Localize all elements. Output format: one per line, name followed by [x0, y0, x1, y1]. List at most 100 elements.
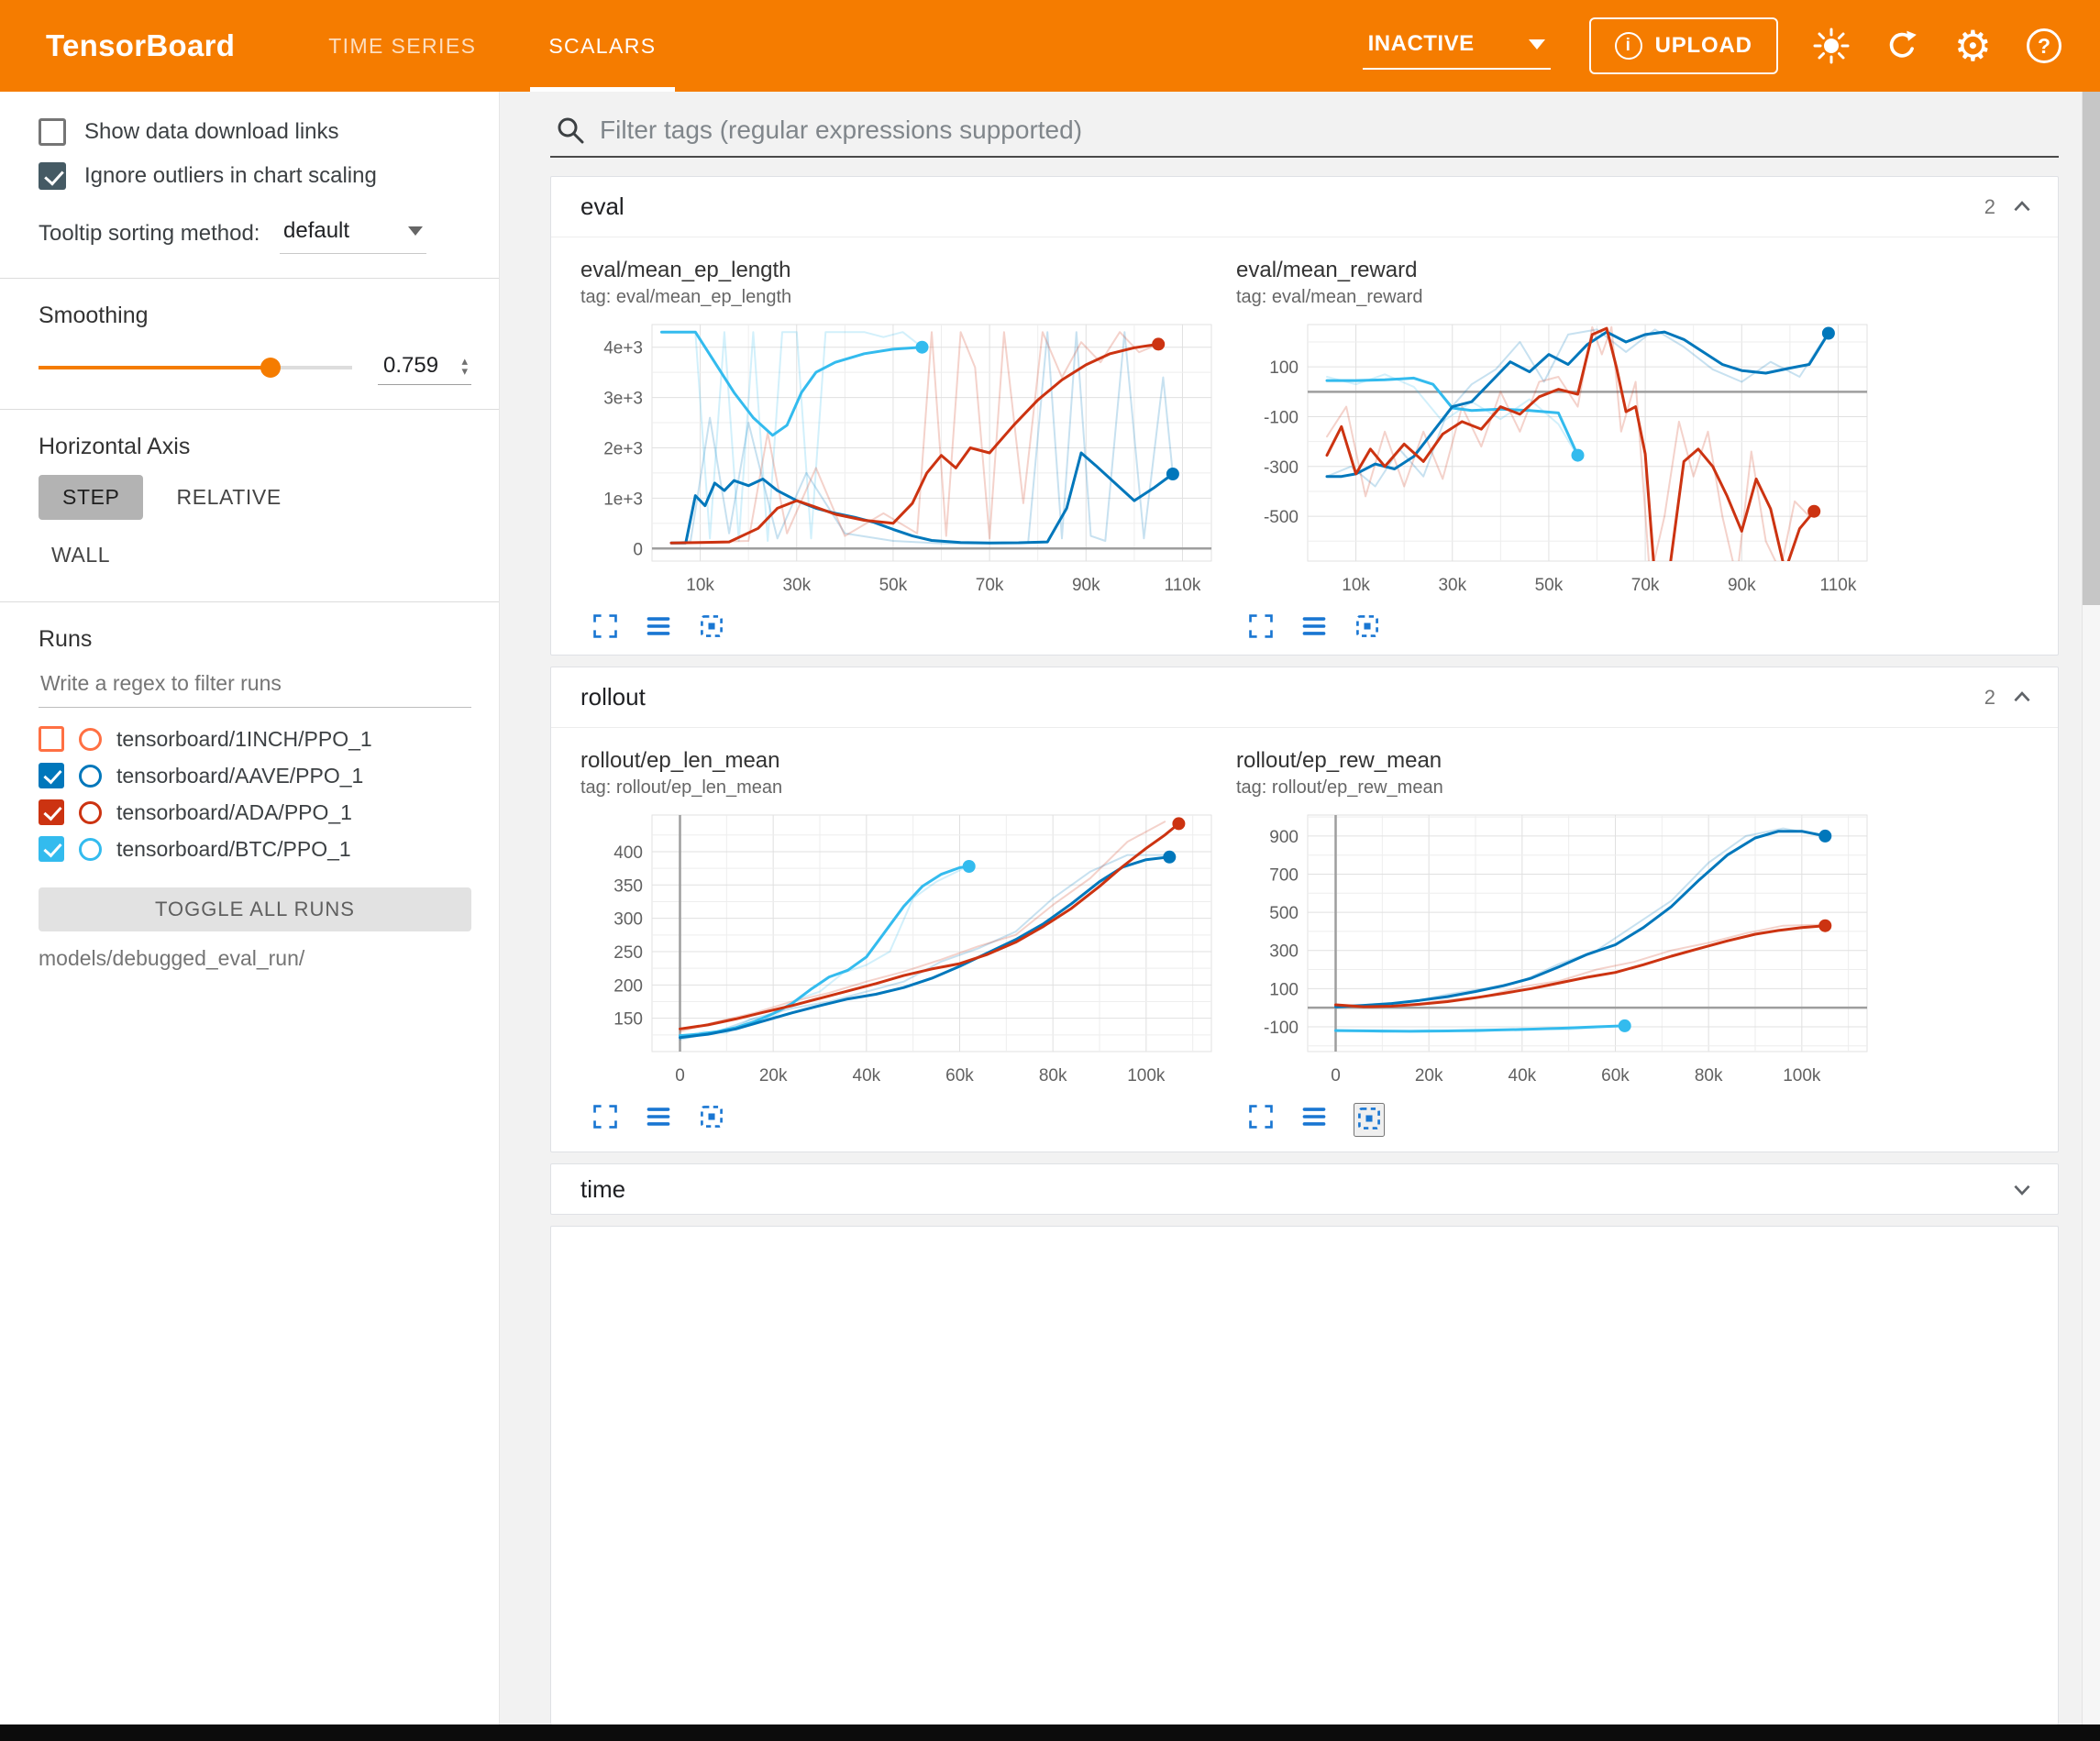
line-chart[interactable]: 020k40k60k80k100k-100100300500700900: [1234, 808, 1876, 1094]
svg-text:60k: 60k: [945, 1066, 974, 1085]
app-title: TensorBoard: [46, 28, 235, 63]
fit-domain-icon[interactable]: [698, 612, 725, 640]
run-checkbox[interactable]: [39, 799, 64, 825]
run-color-circle: [79, 765, 102, 788]
data-table-icon[interactable]: [645, 612, 672, 640]
line-chart[interactable]: 020k40k60k80k100k150200250300350400: [579, 808, 1221, 1094]
run-color-circle: [79, 728, 102, 751]
sidebar-divider: [0, 278, 499, 279]
chart-tag: tag: eval/mean_ep_length: [580, 287, 1221, 308]
section-card-eval: eval 2 eval/mean_ep_length tag: eval/mea…: [550, 176, 2059, 656]
slider-fill: [39, 366, 271, 369]
svg-text:-300: -300: [1264, 458, 1299, 478]
show-download-links-checkbox[interactable]: Show data download links: [39, 116, 471, 149]
line-chart[interactable]: 10k30k50k70k90k110k-500-300-100100: [1234, 317, 1876, 603]
fit-domain-icon[interactable]: [1354, 612, 1381, 640]
line-chart[interactable]: 10k30k50k70k90k110k01e+32e+33e+34e+3: [579, 317, 1221, 603]
stepper-arrows-icon[interactable]: [461, 356, 468, 376]
run-label: tensorboard/BTC/PPO_1: [116, 837, 351, 862]
slider-handle[interactable]: [260, 358, 281, 378]
runs-filter-input[interactable]: [39, 658, 471, 708]
svg-text:60k: 60k: [1601, 1066, 1630, 1085]
chevron-down-icon[interactable]: [2010, 1177, 2034, 1201]
chart-title: eval/mean_ep_length: [580, 258, 1221, 283]
data-table-icon[interactable]: [645, 1103, 672, 1130]
charts-row: eval/mean_ep_length tag: eval/mean_ep_le…: [551, 237, 2058, 655]
sidebar-divider: [0, 409, 499, 410]
tag-filter-input[interactable]: [600, 116, 2053, 145]
run-row-ada[interactable]: tensorboard/ADA/PPO_1: [39, 794, 471, 831]
smoothing-value-input[interactable]: 0.759: [378, 349, 471, 385]
svg-text:10k: 10k: [1342, 576, 1370, 595]
chevron-down-icon: [408, 226, 423, 236]
run-checkbox[interactable]: [39, 763, 64, 788]
axis-option-step[interactable]: STEP: [39, 475, 143, 520]
fullscreen-icon[interactable]: [1247, 612, 1275, 640]
checkbox-label: Ignore outliers in chart scaling: [84, 163, 377, 189]
svg-text:90k: 90k: [1072, 576, 1100, 595]
section-count-badge: 2: [1984, 195, 1995, 219]
section-header-time[interactable]: time: [551, 1164, 2058, 1214]
chevron-up-icon[interactable]: [2010, 195, 2034, 219]
section-header-eval[interactable]: eval 2: [551, 177, 2058, 237]
fullscreen-icon[interactable]: [1247, 1103, 1275, 1137]
help-icon[interactable]: [2027, 28, 2061, 63]
svg-text:500: 500: [1269, 904, 1299, 923]
data-table-icon[interactable]: [1300, 1103, 1328, 1137]
upload-label: UPLOAD: [1655, 33, 1752, 59]
svg-text:4e+3: 4e+3: [603, 339, 643, 358]
svg-text:350: 350: [613, 876, 643, 896]
run-checkbox[interactable]: [39, 836, 64, 862]
svg-text:3e+3: 3e+3: [603, 390, 643, 409]
checkbox-icon[interactable]: [39, 162, 66, 190]
fit-domain-icon[interactable]: [698, 1103, 725, 1130]
svg-text:50k: 50k: [879, 576, 908, 595]
svg-text:-500: -500: [1264, 508, 1299, 527]
svg-text:0: 0: [633, 540, 643, 559]
axis-option-wall[interactable]: WALL: [39, 533, 123, 578]
tab-scalars[interactable]: SCALARS: [537, 0, 667, 92]
run-row-1inch[interactable]: tensorboard/1INCH/PPO_1: [39, 721, 471, 757]
svg-text:90k: 90k: [1728, 576, 1756, 595]
scrollbar-thumb[interactable]: [2083, 92, 2100, 605]
data-table-icon[interactable]: [1300, 612, 1328, 640]
settings-icon[interactable]: [1954, 28, 1992, 64]
run-checkbox[interactable]: [39, 726, 64, 752]
refresh-icon[interactable]: [1884, 28, 1919, 63]
status-dropdown[interactable]: INACTIVE: [1363, 22, 1551, 70]
brightness-icon[interactable]: [1813, 28, 1850, 64]
ignore-outliers-checkbox[interactable]: Ignore outliers in chart scaling: [39, 160, 471, 193]
svg-text:100k: 100k: [1783, 1066, 1821, 1085]
tab-time-series[interactable]: TIME SERIES: [317, 0, 487, 92]
scalars-dashboard: eval 2 eval/mean_ep_length tag: eval/mea…: [500, 92, 2082, 1724]
axis-option-relative[interactable]: RELATIVE: [163, 475, 293, 520]
smoothing-label: Smoothing: [39, 303, 471, 329]
run-label: tensorboard/1INCH/PPO_1: [116, 727, 372, 752]
section-header-rollout[interactable]: rollout 2: [551, 667, 2058, 728]
fit-domain-icon[interactable]: [1354, 1103, 1385, 1137]
smoothing-slider[interactable]: [39, 351, 352, 384]
vertical-scrollbar[interactable]: [2082, 92, 2100, 1724]
fullscreen-icon[interactable]: [591, 1103, 619, 1130]
chevron-up-icon[interactable]: [2010, 686, 2034, 710]
upload-button[interactable]: UPLOAD: [1589, 17, 1778, 74]
fullscreen-icon[interactable]: [591, 612, 619, 640]
tooltip-sorting-value: default: [283, 218, 349, 244]
chart-title: rollout/ep_rew_mean: [1236, 748, 1876, 774]
svg-text:-100: -100: [1264, 408, 1299, 427]
tooltip-sorting-select[interactable]: default: [280, 213, 426, 254]
info-icon: [1615, 32, 1642, 60]
chart-rollout-ep-rew-mean: rollout/ep_rew_mean tag: rollout/ep_rew_…: [1234, 748, 1876, 1137]
run-row-btc[interactable]: tensorboard/BTC/PPO_1: [39, 831, 471, 867]
run-row-aave[interactable]: tensorboard/AAVE/PPO_1: [39, 757, 471, 794]
svg-text:80k: 80k: [1039, 1066, 1067, 1085]
tab-bar: TIME SERIES SCALARS: [317, 0, 717, 92]
svg-text:2e+3: 2e+3: [603, 439, 643, 458]
toggle-all-runs-button[interactable]: TOGGLE ALL RUNS: [39, 887, 471, 931]
smoothing-row: 0.759: [39, 349, 471, 385]
settings-sidebar: Show data download links Ignore outliers…: [0, 92, 500, 1724]
checkbox-icon[interactable]: [39, 118, 66, 146]
slider-track[interactable]: [39, 366, 352, 369]
header-actions: INACTIVE UPLOAD: [1363, 17, 2100, 74]
sidebar-divider: [0, 601, 499, 602]
